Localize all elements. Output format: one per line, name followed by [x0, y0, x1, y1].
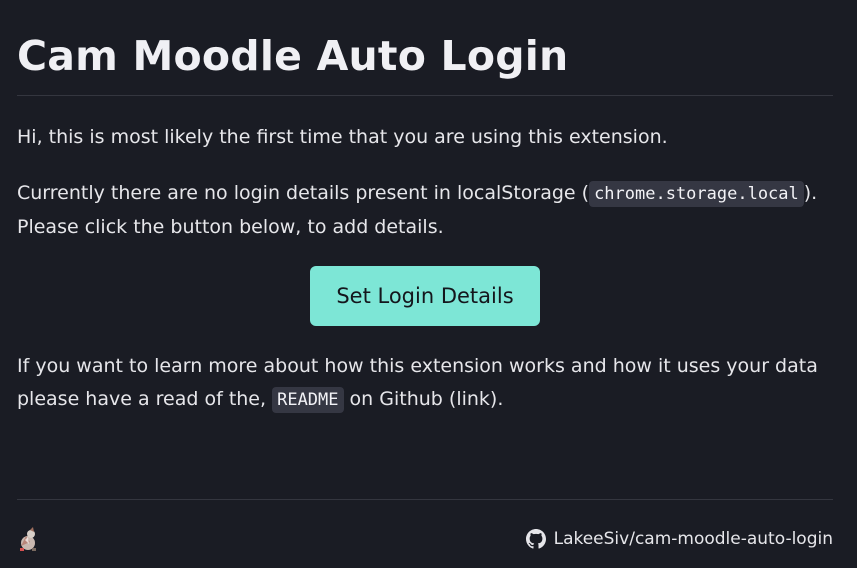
info-text-after: on Github ( [343, 388, 457, 410]
set-login-details-button[interactable]: Set Login Details [310, 266, 540, 326]
intro-text: Hi, this is most likely the first time t… [17, 126, 668, 148]
github-repo-link[interactable]: LakeeSiv/cam-moodle-auto-login [525, 527, 833, 551]
storage-code: chrome.storage.local [589, 181, 804, 207]
notice-text-before: Currently there are no login details pre… [17, 182, 590, 204]
repo-label: LakeeSiv/cam-moodle-auto-login [553, 529, 833, 549]
footer-divider [17, 499, 833, 500]
header-divider [17, 95, 833, 96]
storage-notice: Currently there are no login details pre… [17, 177, 833, 244]
page-container: Cam Moodle Auto Login Hi, this is most l… [17, 0, 833, 568]
readme-code: README [272, 387, 344, 413]
readme-info: If you want to learn more about how this… [17, 350, 833, 417]
mascot-logo-icon[interactable] [17, 526, 39, 552]
info-text-end: ). [489, 388, 504, 410]
github-icon [525, 529, 546, 549]
github-readme-link[interactable]: link [456, 388, 490, 410]
page-title: Cam Moodle Auto Login [17, 32, 569, 80]
